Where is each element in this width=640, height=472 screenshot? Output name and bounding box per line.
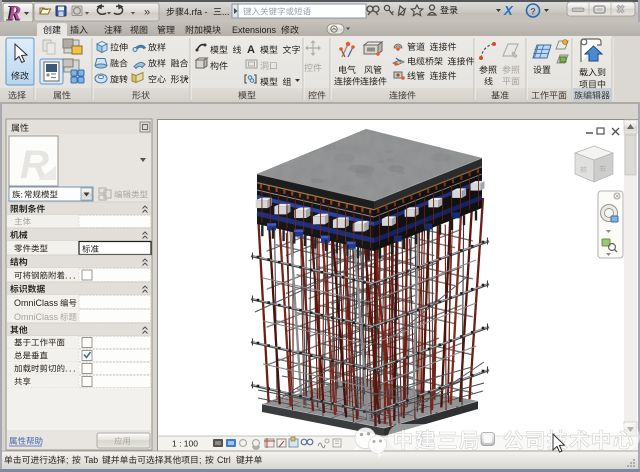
svg-text:1 : 100: 1 : 100: [172, 439, 198, 449]
svg-text:OmniClass: OmniClass: [14, 312, 59, 322]
svg-text:R: R: [20, 143, 49, 187]
svg-text:?: ?: [530, 7, 536, 17]
svg-text:...: ...: [222, 7, 230, 17]
svg-text:X: X: [503, 3, 514, 18]
svg-text:R: R: [7, 3, 21, 25]
svg-text:4.rfa -: 4.rfa -: [184, 7, 208, 17]
svg-text:OmniClass: OmniClass: [14, 298, 59, 308]
svg-text:Extensions: Extensions: [232, 25, 277, 35]
svg-text:;: ;: [199, 455, 201, 465]
svg-text:Tab: Tab: [84, 455, 98, 465]
svg-text:»: »: [144, 7, 150, 19]
svg-text:Ctrl: Ctrl: [217, 455, 231, 465]
svg-text:;: ;: [66, 455, 68, 465]
svg-text:A: A: [247, 44, 255, 56]
